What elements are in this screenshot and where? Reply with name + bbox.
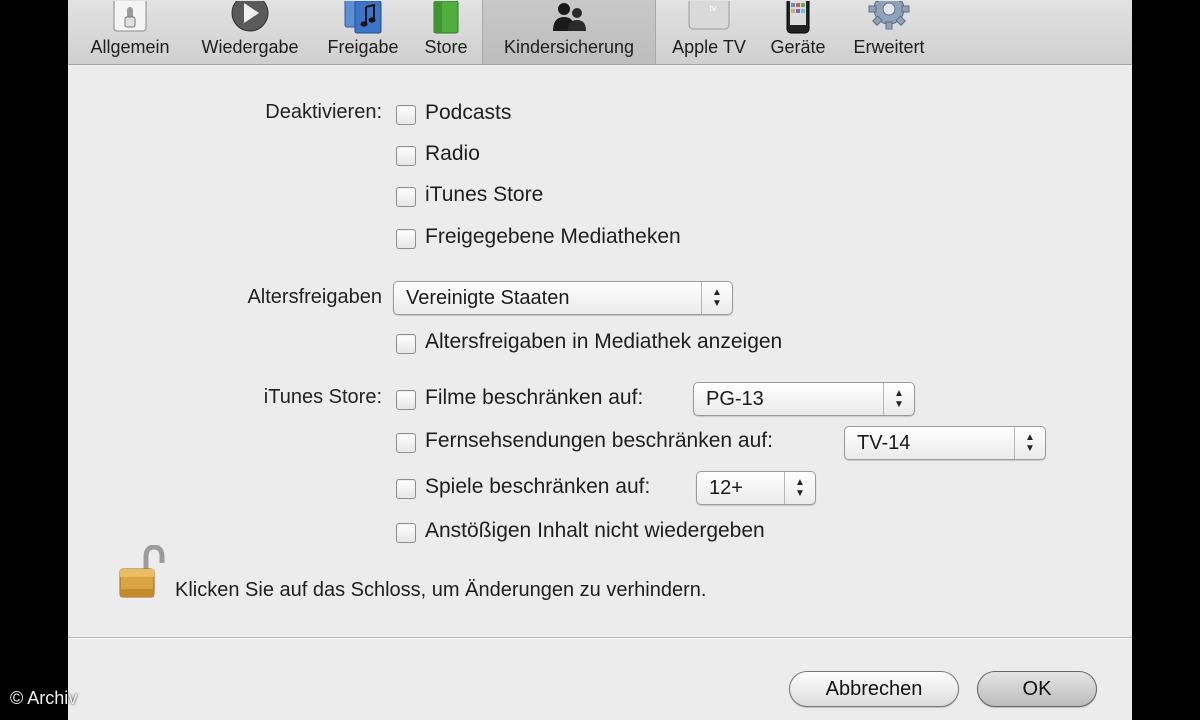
tab-store[interactable]: Store — [416, 0, 476, 64]
updown-arrows-icon: ▲ ▼ — [784, 472, 815, 504]
restrict-movies-label: Filme beschränken auf: — [425, 386, 644, 409]
music-note-icon — [341, 1, 385, 35]
restrict-games-checkbox[interactable] — [396, 479, 416, 499]
updown-arrows-icon: ▲ ▼ — [701, 282, 732, 314]
parents-icon — [547, 1, 591, 35]
play-icon — [228, 1, 272, 35]
show-ratings-label: Altersfreigaben in Mediathek anzeigen — [425, 330, 783, 353]
tab-apple-tv[interactable]: tv Apple TV — [662, 0, 756, 64]
tab-geraete[interactable]: Geräte — [762, 0, 834, 64]
podcasts-checkbox[interactable] — [396, 105, 416, 125]
radio-checkbox[interactable] — [396, 146, 416, 166]
tab-label: Apple TV — [672, 37, 746, 57]
tab-label: Erweitert — [853, 37, 925, 57]
tab-kindersicherung[interactable]: Kindersicherung — [482, 0, 656, 64]
footer-divider — [68, 637, 1132, 639]
shopping-bag-icon — [424, 1, 468, 35]
gear-icon — [867, 1, 911, 35]
itunes-store-section-label: iTunes Store: — [263, 386, 382, 408]
movies-rating-select[interactable]: PG-13 ▲ ▼ — [693, 382, 915, 416]
podcasts-label: Podcasts — [425, 101, 512, 124]
restrict-games-label: Spiele beschränken auf: — [425, 475, 651, 498]
show-ratings-checkbox[interactable] — [396, 334, 416, 354]
movies-rating-value: PG-13 — [706, 388, 764, 410]
ratings-label: Altersfreigaben — [247, 286, 382, 308]
restrict-movies-checkbox[interactable] — [396, 390, 416, 410]
preferences-toolbar: Allgemein Wiedergabe Freigabe Store Kind… — [68, 0, 1132, 65]
switch-icon — [108, 1, 152, 35]
ok-button[interactable]: OK — [977, 671, 1097, 707]
tv-rating-value: TV-14 — [857, 432, 911, 454]
games-rating-select[interactable]: 12+ ▲ ▼ — [696, 471, 816, 505]
restrict-tv-label: Fernsehsendungen beschränken auf: — [425, 429, 773, 452]
tv-rating-select[interactable]: TV-14 ▲ ▼ — [844, 426, 1046, 460]
itunes-store-label: iTunes Store — [425, 183, 544, 206]
tab-wiedergabe[interactable]: Wiedergabe — [194, 0, 306, 64]
updown-arrows-icon: ▲ ▼ — [883, 383, 914, 415]
radio-label: Radio — [425, 142, 480, 165]
device-icon — [776, 1, 820, 35]
itunes-store-checkbox[interactable] — [396, 187, 416, 207]
tab-label: Geräte — [770, 37, 826, 57]
open-lock-icon[interactable] — [118, 544, 168, 601]
svg-text:tv: tv — [709, 3, 717, 13]
tab-label: Wiedergabe — [201, 37, 299, 57]
tab-allgemein[interactable]: Allgemein — [82, 0, 178, 64]
shared-libraries-label: Freigegebene Mediatheken — [425, 225, 681, 248]
restrict-tv-checkbox[interactable] — [396, 433, 416, 453]
explicit-content-checkbox[interactable] — [396, 523, 416, 543]
tab-label: Kindersicherung — [503, 37, 635, 57]
tab-freigabe[interactable]: Freigabe — [320, 0, 406, 64]
explicit-content-label: Anstößigen Inhalt nicht wiedergeben — [425, 519, 765, 542]
games-rating-value: 12+ — [709, 477, 743, 499]
updown-arrows-icon: ▲ ▼ — [1014, 427, 1045, 459]
tab-erweitert[interactable]: Erweitert — [842, 0, 936, 64]
ratings-country-value: Vereinigte Staaten — [406, 287, 570, 309]
lock-hint-text: Klicken Sie auf das Schloss, um Änderung… — [175, 579, 707, 601]
shared-libraries-checkbox[interactable] — [396, 229, 416, 249]
tab-label: Store — [424, 37, 468, 57]
copyright-watermark: © Archiv — [10, 688, 78, 708]
ratings-country-select[interactable]: Vereinigte Staaten ▲ ▼ — [393, 281, 733, 315]
tab-label: Freigabe — [327, 37, 399, 57]
cancel-button[interactable]: Abbrechen — [789, 671, 959, 707]
tab-label: Allgemein — [90, 37, 170, 57]
disable-label: Deaktivieren: — [265, 101, 382, 123]
apple-tv-icon: tv — [687, 1, 731, 35]
preferences-window: Allgemein Wiedergabe Freigabe Store Kind… — [68, 0, 1132, 720]
